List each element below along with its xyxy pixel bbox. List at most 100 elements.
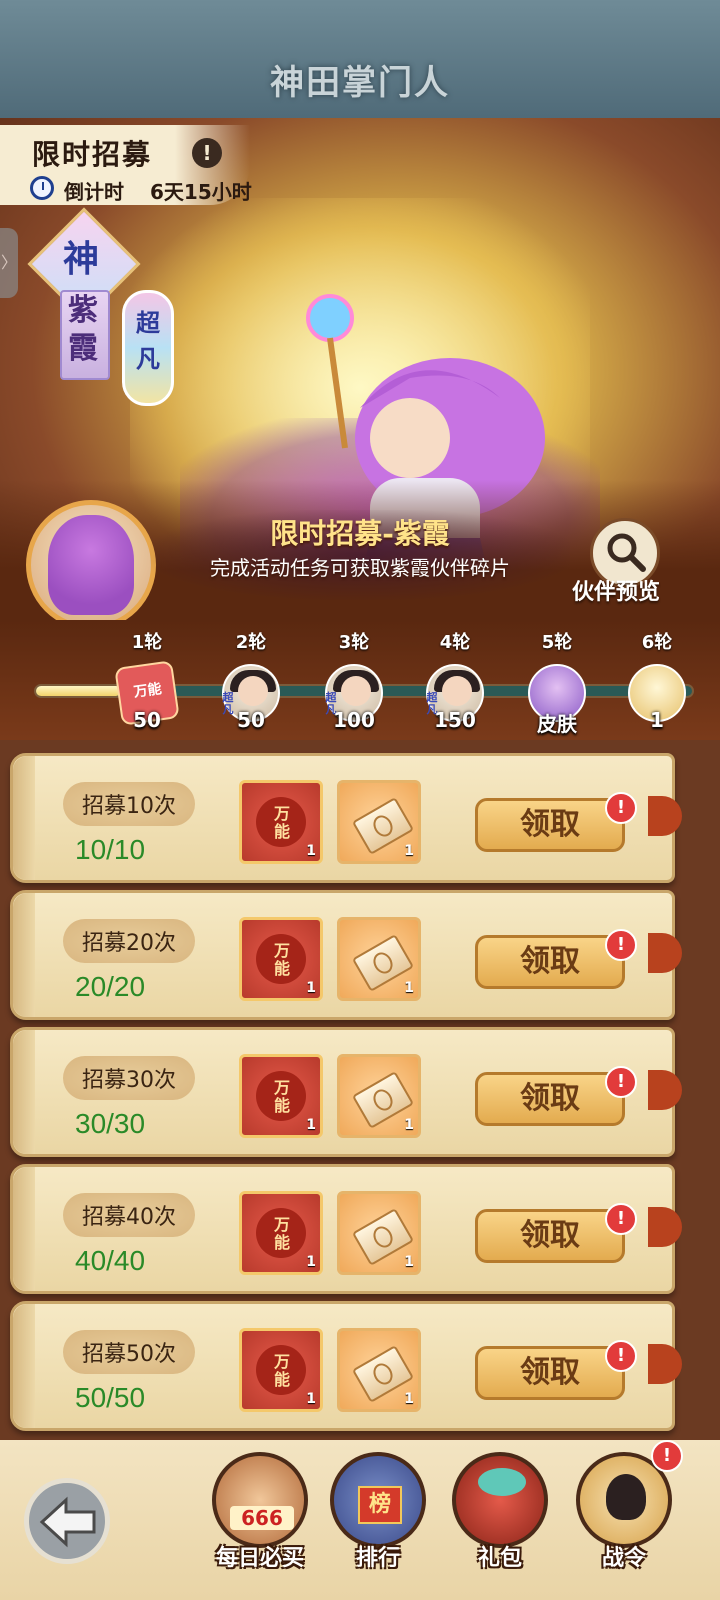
ranking-label[interactable]: 排行 [323, 1540, 433, 1572]
scroll-tail [648, 933, 682, 973]
milestone-value: 100 [333, 708, 375, 732]
recruit-scroll-reward[interactable]: 1 [337, 1191, 421, 1275]
alert-badge: ! [605, 1066, 637, 1098]
claim-button[interactable]: 领取 [475, 1072, 625, 1126]
task-progress: 10/10 [75, 834, 146, 865]
daily-deals-label[interactable]: 每日必买 [205, 1540, 315, 1572]
reward-count: 1 [306, 1391, 316, 1407]
game-logo: 神田掌门人 [270, 63, 450, 103]
reward-count: 1 [306, 980, 316, 996]
milestone-value: 50 [133, 708, 161, 732]
reward-count: 1 [404, 1391, 414, 1407]
info-icon[interactable]: ! [192, 138, 222, 168]
hero-avatar-icon [48, 515, 134, 615]
task-label: 招募50次 [82, 1342, 176, 1367]
alert-badge: ! [605, 1203, 637, 1235]
scroll-tail [648, 1070, 682, 1110]
reward-count: 1 [404, 1117, 414, 1133]
countdown-value: 6天15小时 [150, 180, 252, 204]
alert-badge: ! [605, 929, 637, 961]
reward-text: 万能 [273, 1078, 290, 1115]
reward-count: 1 [404, 1254, 414, 1270]
hero-face-icon [442, 676, 472, 706]
task-label: 招募20次 [82, 931, 176, 956]
task-label: 招募40次 [82, 1205, 176, 1230]
reward-text: 万能 [273, 804, 290, 841]
task-label: 招募10次 [82, 794, 176, 819]
task-progress: 40/40 [75, 1245, 146, 1276]
gift-pack-label[interactable]: 礼包 [445, 1540, 555, 1572]
milestone-round-label: 4轮 [439, 632, 471, 653]
milestone-value: 1 [650, 708, 664, 732]
event-title: 限时招募 [32, 138, 153, 171]
reward-text: 万能 [273, 1352, 290, 1389]
recruit-scroll-reward[interactable]: 1 [337, 1328, 421, 1412]
milestone-round-label: 2轮 [235, 632, 267, 653]
task-card: 招募30次 30/30 万能 1 1 领取 ! [10, 1027, 682, 1157]
gift-bag-icon [478, 1468, 526, 1496]
reward-count: 1 [306, 1254, 316, 1270]
scroll-tail [648, 1344, 682, 1384]
task-progress: 30/30 [75, 1108, 146, 1139]
magnifier-icon [607, 533, 646, 572]
milestone-round-label: 6轮 [641, 632, 673, 653]
claim-button[interactable]: 领取 [475, 1346, 625, 1400]
milestone-value: 皮肤 [537, 712, 577, 736]
universal-shard-reward[interactable]: 万能 1 [239, 1328, 323, 1412]
back-arrow-icon [39, 1496, 96, 1548]
task-card: 招募10次 10/10 万能 1 1 领取 ! [10, 753, 682, 883]
universal-shard-reward[interactable]: 万能 1 [239, 780, 323, 864]
recruit-scroll-reward[interactable]: 1 [337, 1054, 421, 1138]
reward-text: 万能 [273, 941, 290, 978]
task-label: 招募30次 [82, 1068, 176, 1093]
universal-shard-reward[interactable]: 万能 1 [239, 917, 323, 1001]
countdown-label: 倒计时 [64, 180, 124, 204]
character-name: 紫霞 [68, 293, 98, 366]
rank-badge-text: 神 [62, 238, 99, 280]
event-subtitle: 限时招募-紫霞 [270, 517, 450, 550]
claim-button[interactable]: 领取 [475, 798, 625, 852]
task-card: 招募20次 20/20 万能 1 1 领取 ! [10, 890, 682, 1020]
event-description: 完成活动任务可获取紫霞伙伴碎片 [210, 556, 510, 580]
clock-icon [30, 176, 54, 200]
task-progress: 20/20 [75, 971, 146, 1002]
ranking-button[interactable]: 榜 [330, 1452, 426, 1548]
daily-deals-button[interactable]: 666 [212, 1452, 308, 1548]
milestone-tag: 万能 [132, 681, 163, 701]
side-panel-tab[interactable]: 〉 [0, 228, 18, 298]
universal-shard-reward[interactable]: 万能 1 [239, 1191, 323, 1275]
task-card: 招募40次 40/40 万能 1 1 领取 ! [10, 1164, 682, 1294]
partner-preview-label[interactable]: 伙伴预览 [572, 574, 660, 606]
reward-text: 万能 [273, 1215, 290, 1252]
universal-shard-reward[interactable]: 万能 1 [239, 1054, 323, 1138]
task-list: 招募10次 10/10 万能 1 1 领取 ! 招募20次 20/20 万能 1… [0, 745, 720, 1445]
reward-count: 1 [404, 843, 414, 859]
battle-pass-label[interactable]: 战令 [569, 1540, 679, 1572]
battle-pass-avatar-icon [606, 1474, 646, 1520]
alert-badge: ! [605, 792, 637, 824]
reward-count: 1 [306, 1117, 316, 1133]
gift-pack-button[interactable] [452, 1452, 548, 1548]
claim-button[interactable]: 领取 [475, 935, 625, 989]
reward-count: 1 [306, 843, 316, 859]
hero-face-icon [238, 676, 268, 706]
recruit-scroll-reward[interactable]: 1 [337, 917, 421, 1001]
hero-face-icon [341, 676, 371, 706]
daily-deals-digits: 666 [230, 1506, 294, 1530]
milestone-round-label: 3轮 [338, 632, 370, 653]
milestone-progress-fill [36, 686, 122, 696]
scroll-tail [648, 796, 682, 836]
tier-label: 超凡 [136, 308, 160, 373]
milestone-value: 150 [434, 708, 476, 732]
recruit-scroll-reward[interactable]: 1 [337, 780, 421, 864]
scroll-tail [648, 1207, 682, 1247]
milestone-round-label: 1轮 [131, 632, 163, 653]
battle-pass-alert-badge: ! [651, 1440, 683, 1472]
milestone-round-label: 5轮 [541, 632, 573, 653]
milestone-value: 50 [237, 708, 265, 732]
reward-count: 1 [404, 980, 414, 996]
claim-button[interactable]: 领取 [475, 1209, 625, 1263]
task-progress: 50/50 [75, 1382, 146, 1413]
task-card: 招募50次 50/50 万能 1 1 领取 ! [10, 1301, 682, 1431]
alert-badge: ! [605, 1340, 637, 1372]
